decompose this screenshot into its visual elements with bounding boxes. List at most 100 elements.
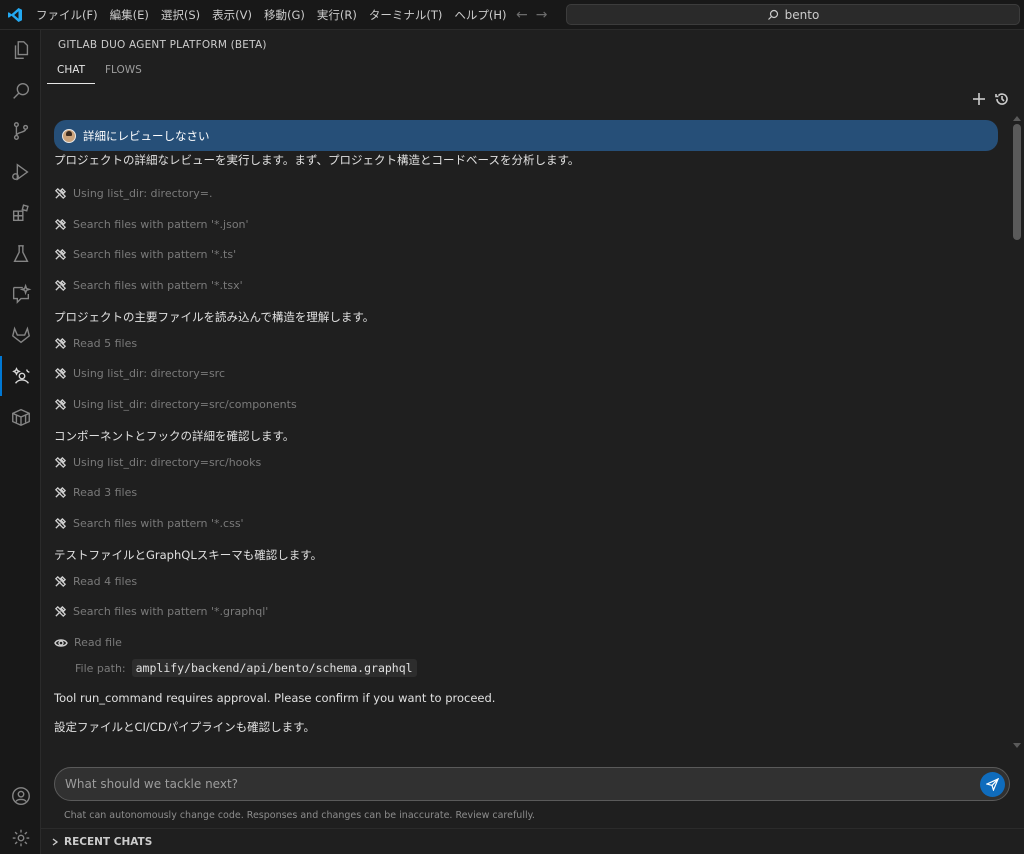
- tools-icon: [54, 456, 67, 469]
- scroll-thumb[interactable]: [1013, 124, 1021, 240]
- account-icon[interactable]: [0, 776, 41, 816]
- tools-icon: [54, 248, 67, 261]
- assistant-message: 設定ファイルとCI/CDパイプラインも確認します。: [54, 720, 316, 734]
- package-icon[interactable]: [0, 397, 41, 437]
- chat-input[interactable]: [65, 768, 965, 800]
- chat-messages: 詳細にレビューしなさい プロジェクトの詳細なレビューを実行します。まず、プロジェ…: [54, 120, 998, 748]
- avatar: [62, 128, 76, 143]
- menu-help[interactable]: ヘルプ(H): [448, 0, 512, 30]
- tool-call-label: Read file: [74, 636, 122, 649]
- chevron-right-icon: [52, 837, 59, 846]
- search-icon[interactable]: [0, 71, 41, 111]
- scroll-up-arrow-icon[interactable]: [1012, 114, 1022, 122]
- tool-call-step[interactable]: Read 5 files: [54, 337, 137, 350]
- search-icon: [767, 9, 778, 20]
- tools-icon: [54, 187, 67, 200]
- tools-icon: [54, 517, 67, 530]
- menu-terminal[interactable]: ターミナル(T): [363, 0, 449, 30]
- forward-arrow-icon[interactable]: →: [536, 7, 548, 23]
- scroll-down-arrow-icon[interactable]: [1012, 742, 1022, 750]
- chat-input-box: [54, 767, 1010, 801]
- tools-icon: [54, 218, 67, 231]
- source-control-icon[interactable]: [0, 111, 41, 151]
- recent-chats-label: RECENT CHATS: [64, 835, 153, 848]
- tool-call-label: Search files with pattern '*.ts': [73, 248, 237, 261]
- duo-icon[interactable]: [0, 356, 41, 396]
- tool-call-step[interactable]: Search files with pattern '*.graphql': [54, 605, 268, 618]
- recent-chats-section[interactable]: RECENT CHATS: [41, 828, 1024, 854]
- tool-call-step[interactable]: Read 4 files: [54, 575, 137, 588]
- file-path-value: amplify/backend/api/bento/schema.graphql: [131, 659, 417, 677]
- tool-call-label: Read 5 files: [73, 337, 138, 350]
- disclaimer-text: Chat can autonomously change code. Respo…: [64, 810, 535, 821]
- tool-call-step[interactable]: Using list_dir: directory=src/components: [54, 398, 297, 411]
- file-path-row: File path: amplify/backend/api/bento/sch…: [75, 659, 417, 677]
- panel-tabs: CHAT FLOWS: [47, 60, 152, 84]
- duo-chat-panel: GITLAB DUO AGENT PLATFORM (BETA) CHAT FL…: [41, 30, 1024, 854]
- run-debug-icon[interactable]: [0, 152, 41, 192]
- tool-call-step[interactable]: Search files with pattern '*.ts': [54, 248, 236, 261]
- menu-file[interactable]: ファイル(F): [30, 0, 104, 30]
- tool-call-label: Using list_dir: directory=src/components: [73, 398, 297, 411]
- tool-call-label: Search files with pattern '*.tsx': [73, 279, 243, 292]
- extensions-icon[interactable]: [0, 193, 41, 233]
- tool-call-label: Search files with pattern '*.json': [73, 218, 249, 231]
- tab-flows[interactable]: FLOWS: [95, 60, 152, 84]
- read-file-step[interactable]: Read file: [54, 636, 122, 649]
- vscode-logo-icon: [0, 0, 30, 30]
- tool-call-step[interactable]: Search files with pattern '*.tsx': [54, 279, 243, 292]
- menu-view[interactable]: 表示(V): [206, 0, 258, 30]
- testing-icon[interactable]: [0, 234, 41, 274]
- tool-call-step[interactable]: Read 3 files: [54, 486, 137, 499]
- title-bar: ファイル(F) 編集(E) 選択(S) 表示(V) 移動(G) 実行(R) ター…: [0, 0, 1024, 30]
- command-center-text: bento: [784, 7, 820, 22]
- eye-icon: [54, 638, 68, 647]
- menu-selection[interactable]: 選択(S): [155, 0, 206, 30]
- tab-chat[interactable]: CHAT: [47, 60, 96, 84]
- history-icon[interactable]: [994, 91, 1010, 107]
- tools-icon: [54, 575, 67, 588]
- tool-call-step[interactable]: Using list_dir: directory=.: [54, 187, 212, 200]
- send-icon: [986, 778, 999, 791]
- tool-call-step[interactable]: Using list_dir: directory=src/hooks: [54, 456, 261, 469]
- tool-call-label: Using list_dir: directory=src/hooks: [73, 456, 262, 469]
- tool-call-label: Read 3 files: [73, 486, 138, 499]
- assistant-message: プロジェクトの詳細なレビューを実行します。まず、プロジェクト構造とコードベースを…: [54, 153, 580, 167]
- tool-call-step[interactable]: Using list_dir: directory=src: [54, 367, 225, 380]
- menu-go[interactable]: 移動(G): [258, 0, 311, 30]
- assistant-message: テストファイルとGraphQLスキーマも確認します。: [54, 548, 323, 562]
- tool-call-step[interactable]: Search files with pattern '*.css': [54, 517, 244, 530]
- tools-icon: [54, 486, 67, 499]
- navigation-arrows: ← →: [516, 0, 547, 30]
- user-message-text: 詳細にレビューしなさい: [83, 128, 210, 143]
- assistant-message: プロジェクトの主要ファイルを読み込んで構造を理解します。: [54, 310, 375, 324]
- command-center-search[interactable]: bento: [566, 4, 1020, 25]
- tools-icon: [54, 367, 67, 380]
- menu-bar: ファイル(F) 編集(E) 選択(S) 表示(V) 移動(G) 実行(R) ター…: [30, 0, 512, 30]
- tool-call-label: Search files with pattern '*.css': [73, 517, 244, 530]
- tools-icon: [54, 337, 67, 350]
- tool-call-step[interactable]: Search files with pattern '*.json': [54, 218, 249, 231]
- tools-icon: [54, 398, 67, 411]
- tool-call-label: Using list_dir: directory=src: [73, 367, 226, 380]
- gitlab-icon[interactable]: [0, 315, 41, 355]
- tools-icon: [54, 605, 67, 618]
- chat-icon[interactable]: [0, 274, 41, 314]
- file-path-label: File path:: [75, 661, 126, 675]
- menu-edit[interactable]: 編集(E): [104, 0, 155, 30]
- assistant-message: Tool run_command requires approval. Plea…: [54, 691, 496, 705]
- chat-scrollbar[interactable]: [1010, 116, 1024, 752]
- tool-call-label: Search files with pattern '*.graphql': [73, 605, 269, 618]
- menu-run[interactable]: 実行(R): [311, 0, 363, 30]
- panel-title: GITLAB DUO AGENT PLATFORM (BETA): [58, 39, 267, 51]
- new-chat-plus-icon[interactable]: [972, 92, 986, 106]
- send-button[interactable]: [980, 772, 1005, 797]
- explorer-icon[interactable]: [0, 30, 41, 70]
- settings-icon[interactable]: [0, 818, 41, 854]
- tools-icon: [54, 279, 67, 292]
- chat-actions: [972, 91, 1010, 107]
- tool-call-label: Using list_dir: directory=.: [73, 187, 213, 200]
- activity-bar: [0, 30, 41, 854]
- user-message: 詳細にレビューしなさい: [54, 120, 998, 151]
- back-arrow-icon[interactable]: ←: [516, 7, 528, 23]
